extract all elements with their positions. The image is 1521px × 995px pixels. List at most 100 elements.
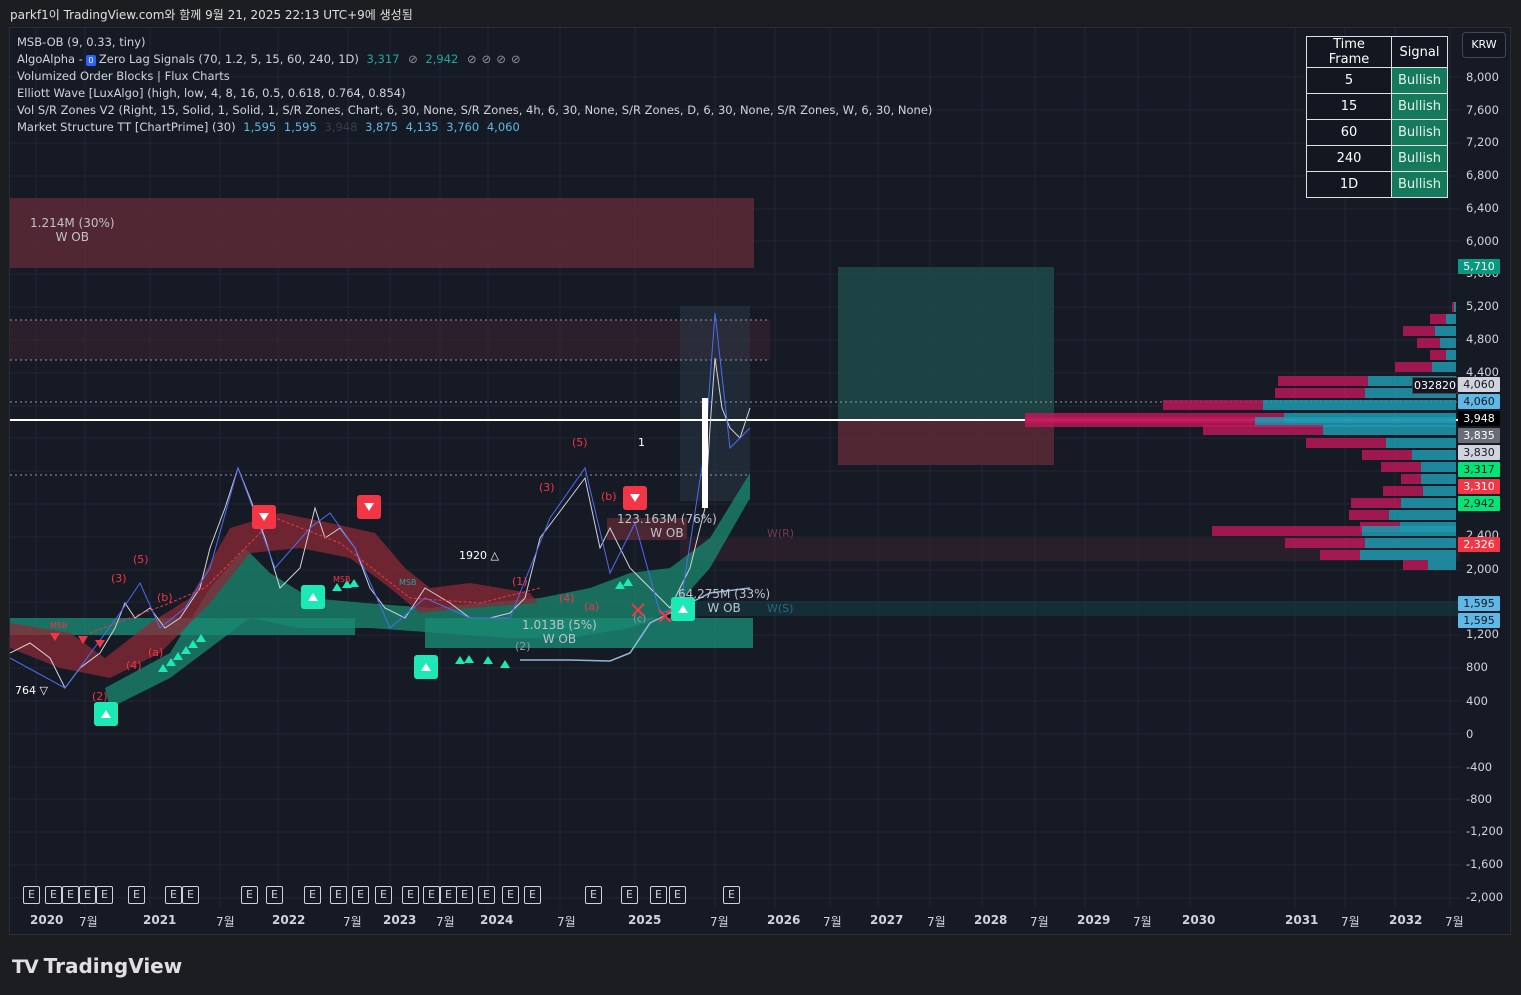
price-tag: 2,942 bbox=[1458, 496, 1500, 511]
time-axis-label: 7월 bbox=[557, 915, 576, 929]
bullish-triangle-icon bbox=[455, 656, 465, 664]
time-axis-label: 2027 bbox=[870, 913, 904, 927]
volume-profile-bar bbox=[1263, 400, 1456, 410]
tf-cell: 15 bbox=[1306, 93, 1392, 120]
earnings-badge[interactable]: E bbox=[440, 886, 457, 904]
earnings-badge[interactable]: E bbox=[304, 886, 321, 904]
wave-2-b: (2) bbox=[515, 640, 531, 653]
legend-msb[interactable]: MSB-OB (9, 0.33, tiny) bbox=[17, 34, 932, 51]
currency-button[interactable]: KRW bbox=[1462, 32, 1506, 58]
earnings-badge[interactable]: E bbox=[375, 886, 392, 904]
volume-profile-bar bbox=[1383, 486, 1423, 496]
buy-signal-marker bbox=[301, 585, 325, 609]
indicator-legend: MSB-OB (9, 0.33, tiny) AlgoAlpha -0 Zero … bbox=[17, 34, 932, 136]
time-axis-label: 2026 bbox=[767, 913, 801, 927]
legend-vob[interactable]: Volumized Order Blocks | Flux Charts bbox=[17, 68, 932, 85]
volume-profile-bar bbox=[1306, 438, 1386, 448]
empty-circle-icon: ⊘ bbox=[481, 52, 492, 66]
col-signal: Signal bbox=[1390, 36, 1449, 68]
price-tag: 3,830 bbox=[1458, 445, 1500, 460]
earnings-badge[interactable]: E bbox=[62, 886, 79, 904]
legend-algo-v2: 2,942 bbox=[425, 52, 459, 66]
earnings-badge[interactable]: E bbox=[524, 886, 541, 904]
volume-profile-bar bbox=[1362, 526, 1456, 536]
footer-brand[interactable]: TV TradingView bbox=[12, 954, 182, 978]
price-highlight-box bbox=[680, 306, 750, 501]
volume-profile-bar bbox=[1452, 302, 1454, 312]
legend-msb-text: MSB-OB (9, 0.33, tiny) bbox=[17, 35, 146, 49]
earnings-badge[interactable]: E bbox=[96, 886, 113, 904]
earnings-badge[interactable]: E bbox=[723, 886, 740, 904]
time-axis-label: 7월 bbox=[1341, 915, 1360, 929]
earnings-badge[interactable]: E bbox=[621, 886, 638, 904]
time-axis-label: 2028 bbox=[974, 913, 1008, 927]
symbol-tag: 032820 bbox=[1412, 377, 1458, 394]
chart-canvas[interactable] bbox=[10, 28, 1511, 935]
chart-pane[interactable]: 1.214M (30%) W OB 123.163M (76%) W OB 1.… bbox=[9, 27, 1511, 935]
time-axis-label: 7월 bbox=[927, 915, 946, 929]
tf-cell: 240 bbox=[1306, 145, 1392, 172]
earnings-badge[interactable]: E bbox=[182, 886, 199, 904]
volume-profile-bar bbox=[1362, 450, 1412, 460]
time-axis-label: 2020 bbox=[30, 913, 64, 927]
empty-circle-icon: ⊘ bbox=[467, 52, 477, 66]
price-axis-label: 6,800 bbox=[1466, 168, 1499, 182]
empty-circle-icon: ⊘ bbox=[510, 52, 521, 66]
ob-low2-label: 64.275M (33%) W OB bbox=[678, 587, 770, 615]
legend-market-structure[interactable]: Market Structure TT [ChartPrime] (30) 1,… bbox=[17, 119, 932, 136]
signal-cell: Bullish bbox=[1390, 67, 1449, 94]
mark-1920-value: 1920 bbox=[459, 549, 487, 562]
volume-profile-bar bbox=[1430, 314, 1446, 324]
earnings-badge[interactable]: E bbox=[650, 886, 667, 904]
price-axis-label: -400 bbox=[1466, 760, 1493, 774]
earnings-badge[interactable]: E bbox=[165, 886, 182, 904]
volume-profile-bar bbox=[1403, 326, 1435, 336]
ob-low1-label: 1.013B (5%) W OB bbox=[522, 618, 597, 646]
table-row: 1D Bullish bbox=[1306, 171, 1449, 198]
price-axis-label: 4,800 bbox=[1466, 332, 1499, 346]
ob-mid-kind: W OB bbox=[650, 526, 684, 540]
earnings-badge[interactable]: E bbox=[128, 886, 145, 904]
price-tag: 3,317 bbox=[1458, 462, 1500, 477]
volume-profile-bar bbox=[1421, 474, 1456, 484]
ob-low1-size: 1.013B (5%) bbox=[522, 618, 597, 632]
time-axis-label: 2023 bbox=[383, 913, 417, 927]
label-one: 1 bbox=[638, 436, 645, 449]
earnings-badge[interactable]: E bbox=[45, 886, 62, 904]
ob-top-size: 1.214M (30%) bbox=[30, 216, 115, 230]
earnings-badge[interactable]: E bbox=[79, 886, 96, 904]
price-tag: 2,326 bbox=[1458, 537, 1500, 552]
legend-ms-text: Market Structure TT [ChartPrime] (30) bbox=[17, 120, 236, 134]
table-row: 15 Bullish bbox=[1306, 93, 1449, 120]
volume-profile-bar bbox=[1446, 314, 1456, 324]
earnings-badge[interactable]: E bbox=[502, 886, 519, 904]
volume-profile-bar bbox=[1275, 388, 1365, 398]
legend-ms-v3: 3,875 bbox=[365, 120, 398, 134]
earnings-badge[interactable]: E bbox=[330, 886, 347, 904]
legend-vol-sr[interactable]: Vol S/R Zones V2 (Right, 15, Solid, 1, S… bbox=[17, 102, 932, 119]
bullish-triangle-icon bbox=[332, 583, 342, 591]
tf-cell: 5 bbox=[1306, 67, 1392, 94]
table-row: 240 Bullish bbox=[1306, 145, 1449, 172]
earnings-badge[interactable]: E bbox=[478, 886, 495, 904]
earnings-badge[interactable]: E bbox=[402, 886, 419, 904]
ob-mid-size: 123.163M (76%) bbox=[617, 512, 717, 526]
time-axis-label: 7월 bbox=[823, 915, 842, 929]
tradingview-logo-icon: TV bbox=[12, 956, 39, 978]
earnings-badge[interactable]: E bbox=[585, 886, 602, 904]
earnings-badge[interactable]: E bbox=[241, 886, 258, 904]
time-axis-label: 7월 bbox=[1030, 915, 1049, 929]
earnings-badge[interactable]: E bbox=[23, 886, 40, 904]
earnings-badge[interactable]: E bbox=[423, 886, 440, 904]
legend-elliott[interactable]: Elliott Wave [LuxAlgo] (high, low, 4, 8,… bbox=[17, 85, 932, 102]
earnings-badge[interactable]: E bbox=[352, 886, 369, 904]
earnings-badge[interactable]: E bbox=[456, 886, 473, 904]
earnings-badge[interactable]: E bbox=[669, 886, 686, 904]
legend-algoalpha[interactable]: AlgoAlpha -0 Zero Lag Signals (70, 1.2, 5… bbox=[17, 51, 932, 68]
wave-a-a: (a) bbox=[148, 646, 164, 659]
earnings-badge[interactable]: E bbox=[266, 886, 283, 904]
zero-lag-icon: 0 bbox=[85, 55, 96, 66]
wave-4-b: (4) bbox=[559, 592, 575, 605]
wr-label: W(R) bbox=[767, 527, 795, 540]
volume-profile-bar bbox=[1417, 338, 1440, 348]
